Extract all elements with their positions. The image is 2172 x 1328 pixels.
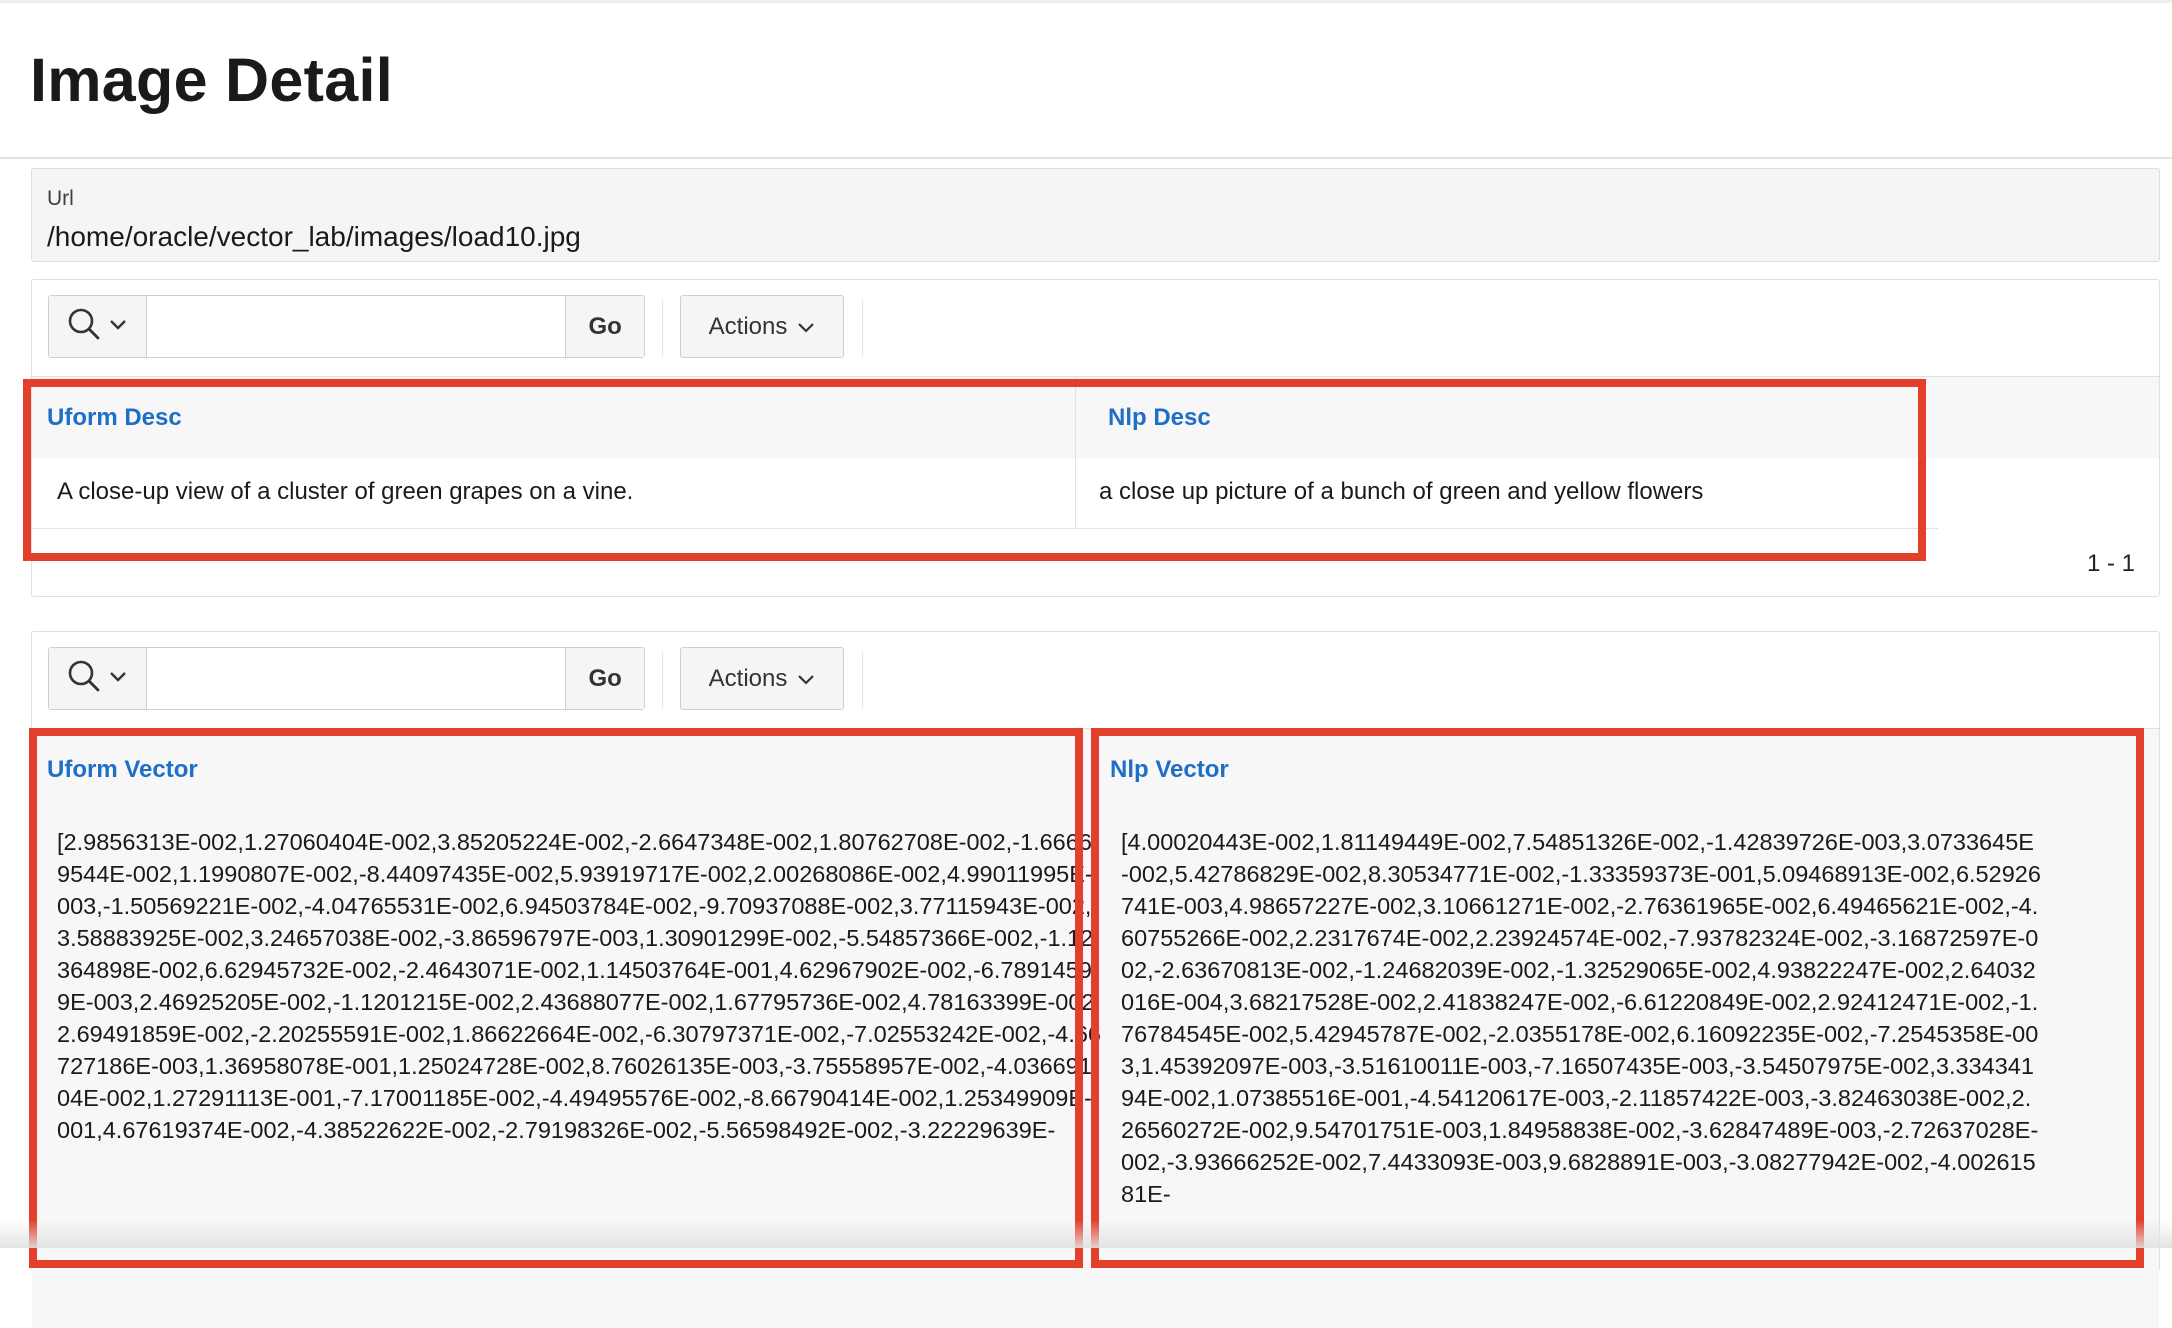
search-column-selector[interactable] [49, 296, 147, 357]
pagination-range: 1 - 1 [2086, 550, 2135, 577]
scroll-fade [0, 1220, 2172, 1248]
toolbar-divider [862, 652, 863, 708]
go-button[interactable]: Go [565, 296, 644, 357]
table-cell-uform-vector: [2.9856313E-002,1.27060404E-002,3.852052… [57, 829, 1102, 1143]
url-label: Url [47, 187, 74, 210]
chevron-down-icon [109, 318, 127, 336]
search-icon [67, 659, 101, 698]
actions-menu-button[interactable]: Actions [680, 647, 844, 710]
page-title: Image Detail [30, 46, 393, 114]
chevron-down-icon [797, 313, 815, 341]
search-bar: Go [48, 295, 645, 358]
search-icon [67, 307, 101, 346]
toolbar-divider [662, 300, 663, 356]
go-button[interactable]: Go [565, 648, 644, 709]
toolbar-divider [862, 300, 863, 356]
table-cell-nlp-vector: [4.00020443E-002,1.81149449E-002,7.54851… [1121, 829, 2041, 1207]
column-header-nlp-desc[interactable]: Nlp Desc [1093, 377, 1653, 459]
actions-label: Actions [708, 664, 788, 692]
toolbar-divider [662, 652, 663, 708]
chevron-down-icon [109, 670, 127, 688]
report-toolbar: Go Actions [32, 280, 2159, 376]
actions-label: Actions [708, 312, 788, 340]
vector-report: Go Actions Uform Vector Nlp Vector [2.98… [31, 631, 2160, 1328]
row-divider [32, 528, 1938, 529]
column-header-uform-vector[interactable]: Uform Vector [32, 729, 1072, 811]
search-bar: Go [48, 647, 645, 710]
page-header: Image Detail [0, 0, 2172, 159]
search-column-selector[interactable] [49, 648, 147, 709]
column-divider [1075, 376, 1076, 529]
url-value: /home/oracle/vector_lab/images/load10.jp… [47, 221, 581, 252]
column-header-uform-desc[interactable]: Uform Desc [32, 377, 1074, 459]
table-cell-uform-desc: A close-up view of a cluster of green gr… [57, 478, 634, 505]
description-report: Go Actions Uform Desc Nlp Desc A close-u… [31, 279, 2160, 597]
actions-menu-button[interactable]: Actions [680, 295, 844, 358]
table-cell-nlp-desc: a close up picture of a bunch of green a… [1099, 478, 1704, 505]
chevron-down-icon [797, 665, 815, 693]
search-input[interactable] [146, 648, 566, 709]
report-toolbar: Go Actions [32, 632, 2159, 728]
column-header-nlp-vector[interactable]: Nlp Vector [1095, 729, 2125, 811]
search-input[interactable] [146, 296, 566, 357]
grid-header: Uform Desc Nlp Desc [32, 376, 2159, 458]
url-display-item: Url /home/oracle/vector_lab/images/load1… [31, 168, 2160, 262]
